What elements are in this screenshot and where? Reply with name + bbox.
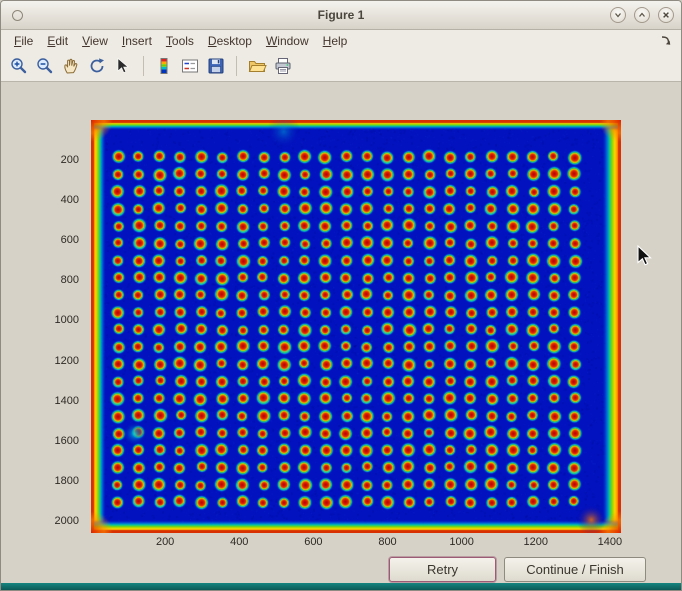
zoom-out-button[interactable] (33, 54, 57, 78)
y-tick-label: 2000 (55, 515, 79, 527)
taskbar-strip (1, 583, 681, 590)
x-tick-labels: 200 400 600 800 1000 1200 1400 (91, 536, 621, 550)
y-tick-labels: 200 400 600 800 1000 1200 1400 1600 1800 2000 (35, 120, 85, 533)
shade-window-button[interactable] (610, 7, 626, 23)
maximize-window-button[interactable] (634, 7, 650, 23)
close-icon (662, 11, 670, 19)
x-tick-label: 1000 (449, 536, 473, 548)
y-tick-label: 1800 (55, 475, 79, 487)
y-tick-label: 200 (61, 154, 79, 166)
y-tick-label: 400 (61, 194, 79, 206)
legend-button[interactable] (178, 54, 202, 78)
window-title: Figure 1 (1, 1, 681, 29)
zoom-in-icon (9, 56, 29, 76)
legend-icon (180, 56, 200, 76)
chevron-down-icon (614, 11, 622, 19)
y-tick-label: 800 (61, 274, 79, 286)
menu-view[interactable]: View (75, 32, 115, 50)
save-button[interactable] (204, 54, 228, 78)
colorbar-button[interactable] (152, 54, 176, 78)
open-folder-icon (247, 56, 267, 76)
print-icon (273, 56, 293, 76)
retry-button[interactable]: Retry (389, 557, 496, 582)
titlebar[interactable]: Figure 1 (1, 1, 681, 30)
menu-window[interactable]: Window (259, 32, 316, 50)
x-tick-label: 1200 (524, 536, 548, 548)
y-tick-label: 1400 (55, 395, 79, 407)
y-tick-label: 1600 (55, 435, 79, 447)
pan-hand-icon (61, 56, 81, 76)
chevron-up-icon (638, 11, 646, 19)
y-tick-label: 600 (61, 234, 79, 246)
x-tick-label: 200 (156, 536, 174, 548)
menu-tools[interactable]: Tools (159, 32, 201, 50)
zoom-out-icon (35, 56, 55, 76)
save-icon (206, 56, 226, 76)
figure-window: Figure 1 File Edit View Insert Tools Des… (0, 0, 682, 591)
figure-toolbar (1, 51, 681, 82)
open-button[interactable] (245, 54, 269, 78)
menu-help[interactable]: Help (316, 32, 355, 50)
menu-file[interactable]: File (7, 32, 40, 50)
x-tick-label: 1400 (598, 536, 622, 548)
menubar: File Edit View Insert Tools Desktop Wind… (1, 30, 681, 51)
pan-button[interactable] (59, 54, 83, 78)
x-tick-label: 600 (304, 536, 322, 548)
menu-insert[interactable]: Insert (115, 32, 159, 50)
data-cursor-icon (113, 56, 133, 76)
toolbar-separator (143, 56, 144, 76)
rotate-3d-button[interactable] (85, 54, 109, 78)
continue-finish-button[interactable]: Continue / Finish (504, 557, 646, 582)
print-button[interactable] (271, 54, 295, 78)
rotate-3d-icon (87, 56, 107, 76)
y-tick-label: 1000 (55, 314, 79, 326)
x-tick-label: 400 (230, 536, 248, 548)
menubar-overflow-icon[interactable] (660, 34, 672, 46)
menu-edit[interactable]: Edit (40, 32, 75, 50)
figure-canvas[interactable] (91, 120, 621, 533)
close-window-button[interactable] (658, 7, 674, 23)
toolbar-separator (236, 56, 237, 76)
zoom-in-button[interactable] (7, 54, 31, 78)
x-tick-label: 800 (378, 536, 396, 548)
window-controls (610, 7, 674, 23)
menu-desktop[interactable]: Desktop (201, 32, 259, 50)
y-tick-label: 1200 (55, 355, 79, 367)
colorbar-icon (154, 56, 174, 76)
data-cursor-button[interactable] (111, 54, 135, 78)
